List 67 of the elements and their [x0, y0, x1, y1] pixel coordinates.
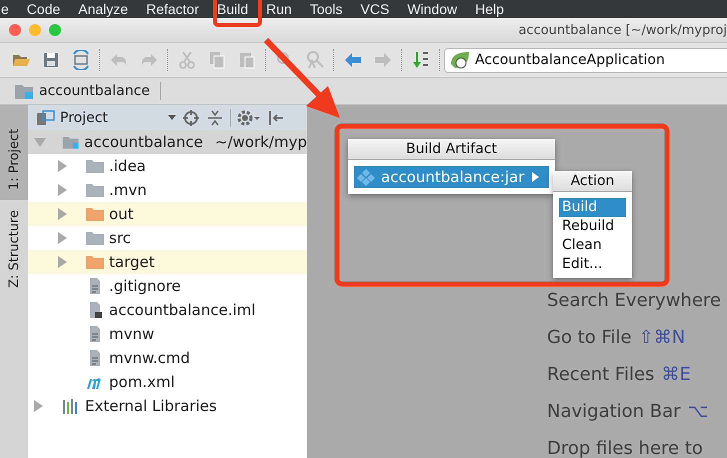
artifact-diamond-icon: [357, 168, 375, 186]
project-icon: [36, 110, 56, 126]
folder-icon: [14, 82, 34, 100]
popup-title: Action: [553, 171, 632, 192]
action-menu-item[interactable]: Build: [559, 198, 626, 217]
editor-hint: Go to File ⇧⌘N: [547, 327, 686, 349]
down-arrow-binary-icon[interactable]: [411, 50, 431, 70]
menu-item[interactable]: Help: [475, 0, 504, 18]
folder-icon: [85, 230, 105, 246]
expand-arrow-icon[interactable]: [58, 160, 67, 172]
tree-item[interactable]: pom.xml: [28, 370, 307, 394]
artifact-menu-item[interactable]: accountbalance:jar: [354, 166, 549, 188]
shortcut-label: ⇧⌘N: [638, 327, 686, 348]
breadcrumb-label: accountbalance: [39, 83, 150, 99]
collapse-all-icon[interactable]: [206, 108, 224, 126]
action-menu-item[interactable]: Clean: [559, 236, 626, 255]
expand-arrow-icon[interactable]: [34, 138, 46, 146]
menu-item[interactable]: e: [1, 0, 9, 18]
editor-hint: Recent Files ⌘E: [547, 364, 692, 386]
run-configuration-dropdown[interactable]: AccountbalanceApplication: [444, 48, 727, 72]
submenu-arrow-icon: [530, 171, 540, 183]
expand-arrow-icon[interactable]: [58, 208, 67, 220]
tree-item[interactable]: target: [28, 250, 307, 274]
menu-item[interactable]: Build: [217, 0, 248, 18]
shortcut-label: ⌘E: [661, 364, 691, 385]
tree-item[interactable]: out: [28, 202, 307, 226]
folder-icon: [85, 254, 105, 270]
hide-panel-icon[interactable]: [267, 108, 285, 126]
editor-hint: Search Everywhere: [547, 290, 721, 312]
tree-item[interactable]: mvnw.cmd: [28, 346, 307, 370]
menu-item[interactable]: Window: [407, 0, 458, 18]
sync-icon[interactable]: [71, 50, 91, 70]
editor-hint: Navigation Bar ⌥: [547, 401, 710, 423]
tree-item[interactable]: accountbalance ~/work/myp: [28, 130, 307, 154]
folder-icon: [85, 182, 105, 198]
menu-item[interactable]: Code: [26, 0, 60, 18]
editor-hint: Drop files here to: [547, 438, 704, 458]
tree-item[interactable]: External Libraries: [28, 394, 307, 418]
caret-icon[interactable]: [168, 115, 176, 120]
settings-icon[interactable]: [237, 108, 261, 126]
annotation-box: [213, 0, 262, 27]
popup-title: Build Artifact: [348, 139, 555, 160]
leaf-icon: [449, 50, 471, 70]
expand-arrow-icon[interactable]: [58, 256, 67, 268]
window-title: accountbalance [~/work/myproj: [518, 22, 727, 38]
tree-item[interactable]: accountbalance.iml: [28, 298, 307, 322]
crosshair-icon[interactable]: [182, 108, 200, 126]
minimize-button[interactable]: [29, 24, 41, 36]
action-menu-item[interactable]: Rebuild: [559, 217, 626, 236]
close-button[interactable]: [9, 24, 21, 36]
menu-item[interactable]: Run: [266, 0, 292, 18]
action-menu-item[interactable]: Edit...: [559, 255, 626, 274]
expand-arrow-icon[interactable]: [34, 400, 43, 412]
side-tab[interactable]: 1: Project: [0, 105, 28, 200]
tree-item[interactable]: mvnw: [28, 322, 307, 346]
menu-item[interactable]: Tools: [310, 0, 343, 18]
tree-item[interactable]: .idea: [28, 154, 307, 178]
zoom-button[interactable]: [49, 24, 61, 36]
folder-icon: [85, 158, 105, 174]
menu-item[interactable]: Refactor: [146, 0, 199, 18]
breadcrumb-item[interactable]: accountbalance: [14, 82, 161, 100]
side-tab[interactable]: Z: Structure: [0, 200, 28, 298]
menu-item[interactable]: Analyze: [78, 0, 128, 18]
menu-item[interactable]: VCS: [360, 0, 390, 18]
tree-item[interactable]: .gitignore: [28, 274, 307, 298]
shortcut-label: ⌥: [688, 401, 708, 422]
folder-icon: [85, 206, 105, 222]
